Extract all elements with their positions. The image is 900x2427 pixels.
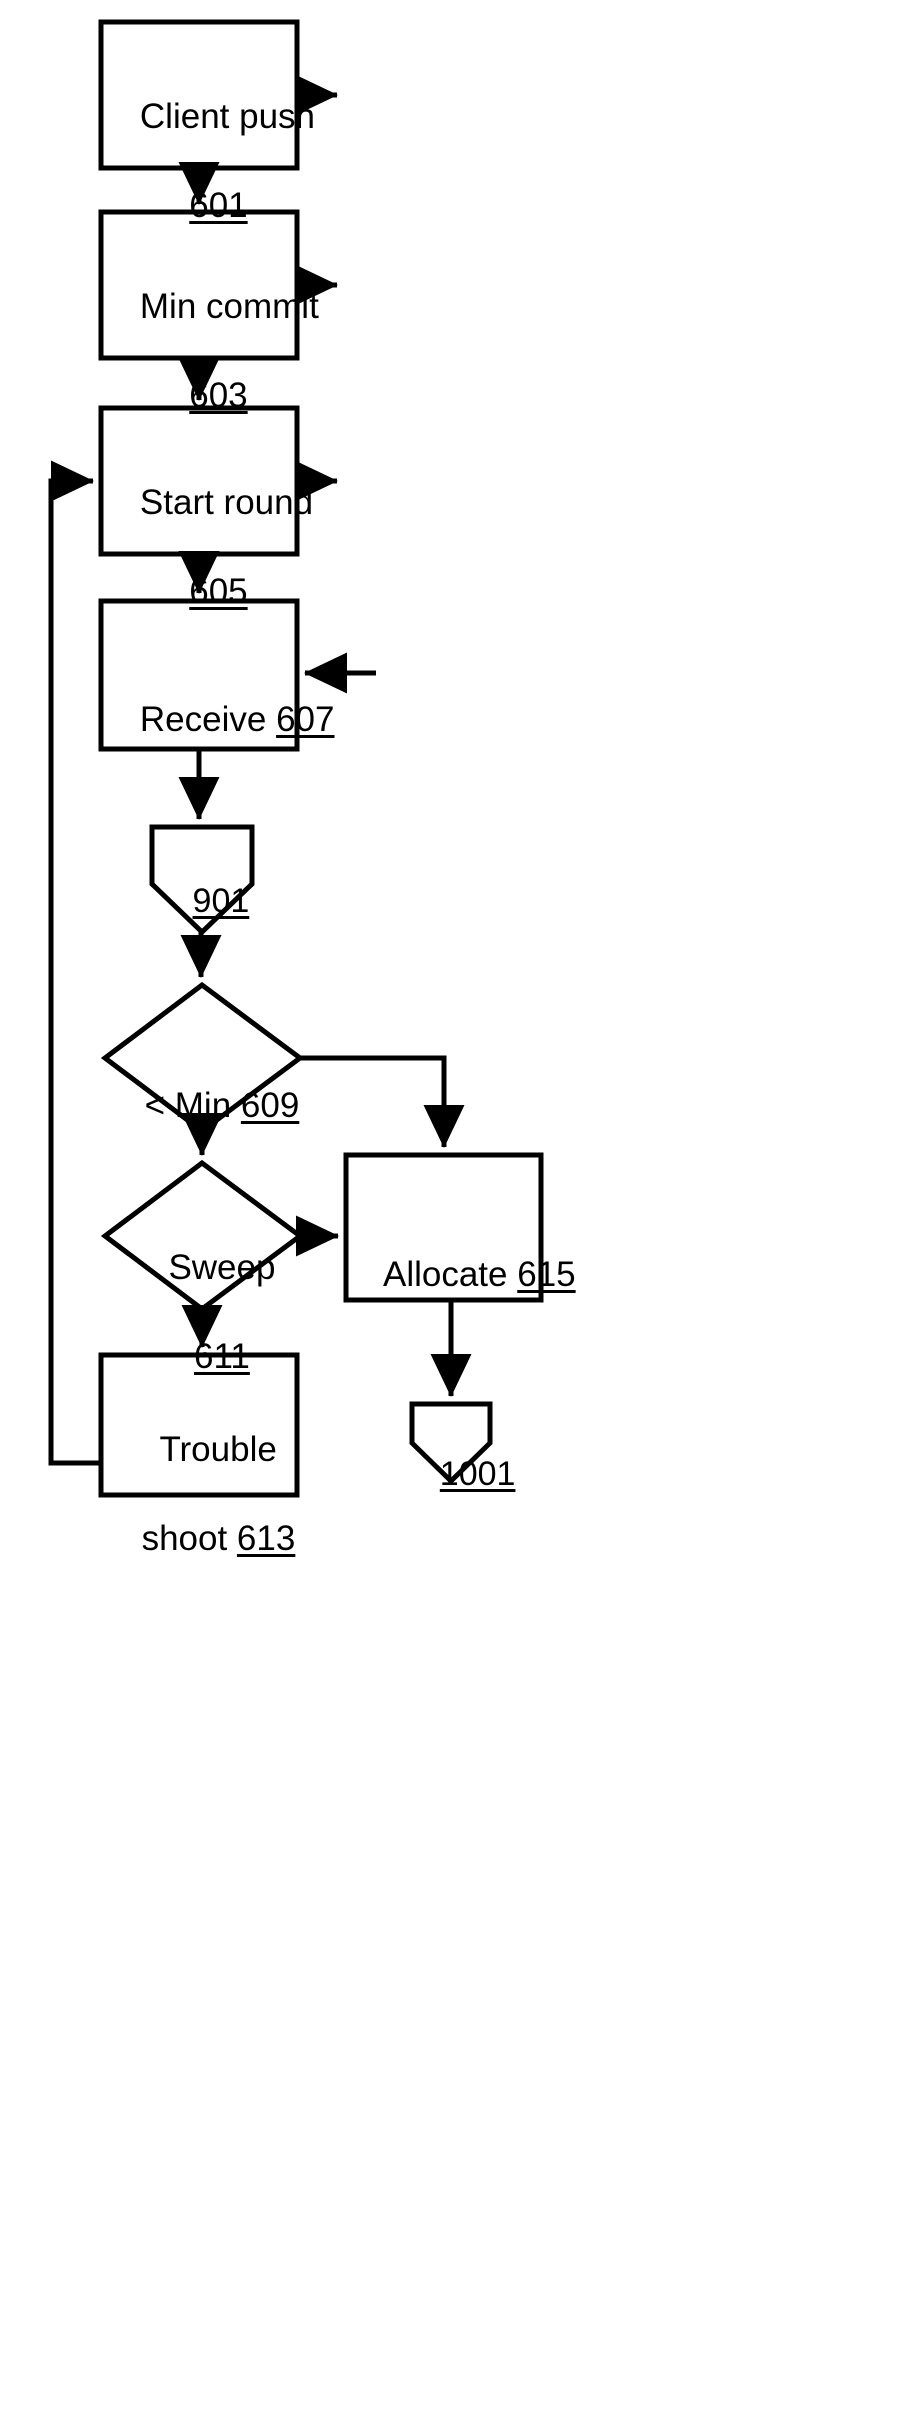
node-shape-connector-901	[149, 824, 255, 936]
node-shape-connector-1001	[409, 1401, 493, 1485]
edge-609-to-615	[300, 1055, 465, 1149]
node-shape-allocate	[343, 1152, 544, 1303]
node-shape-decision-min	[100, 981, 305, 1135]
node-shape-receive	[98, 598, 300, 752]
flowchart-canvas: Client push 601 Min commit 603 Start rou…	[0, 0, 900, 2427]
node-shape-client-push	[98, 19, 300, 171]
flowchart-graphics	[48, 19, 544, 1498]
node-shape-trouble-shoot	[98, 1352, 300, 1498]
node-shape-start-round	[98, 405, 300, 557]
node-shape-decision-sweep	[100, 1159, 305, 1313]
edge-613-feedback-to-605	[48, 460, 101, 1466]
node-shape-min-commit	[98, 209, 300, 361]
